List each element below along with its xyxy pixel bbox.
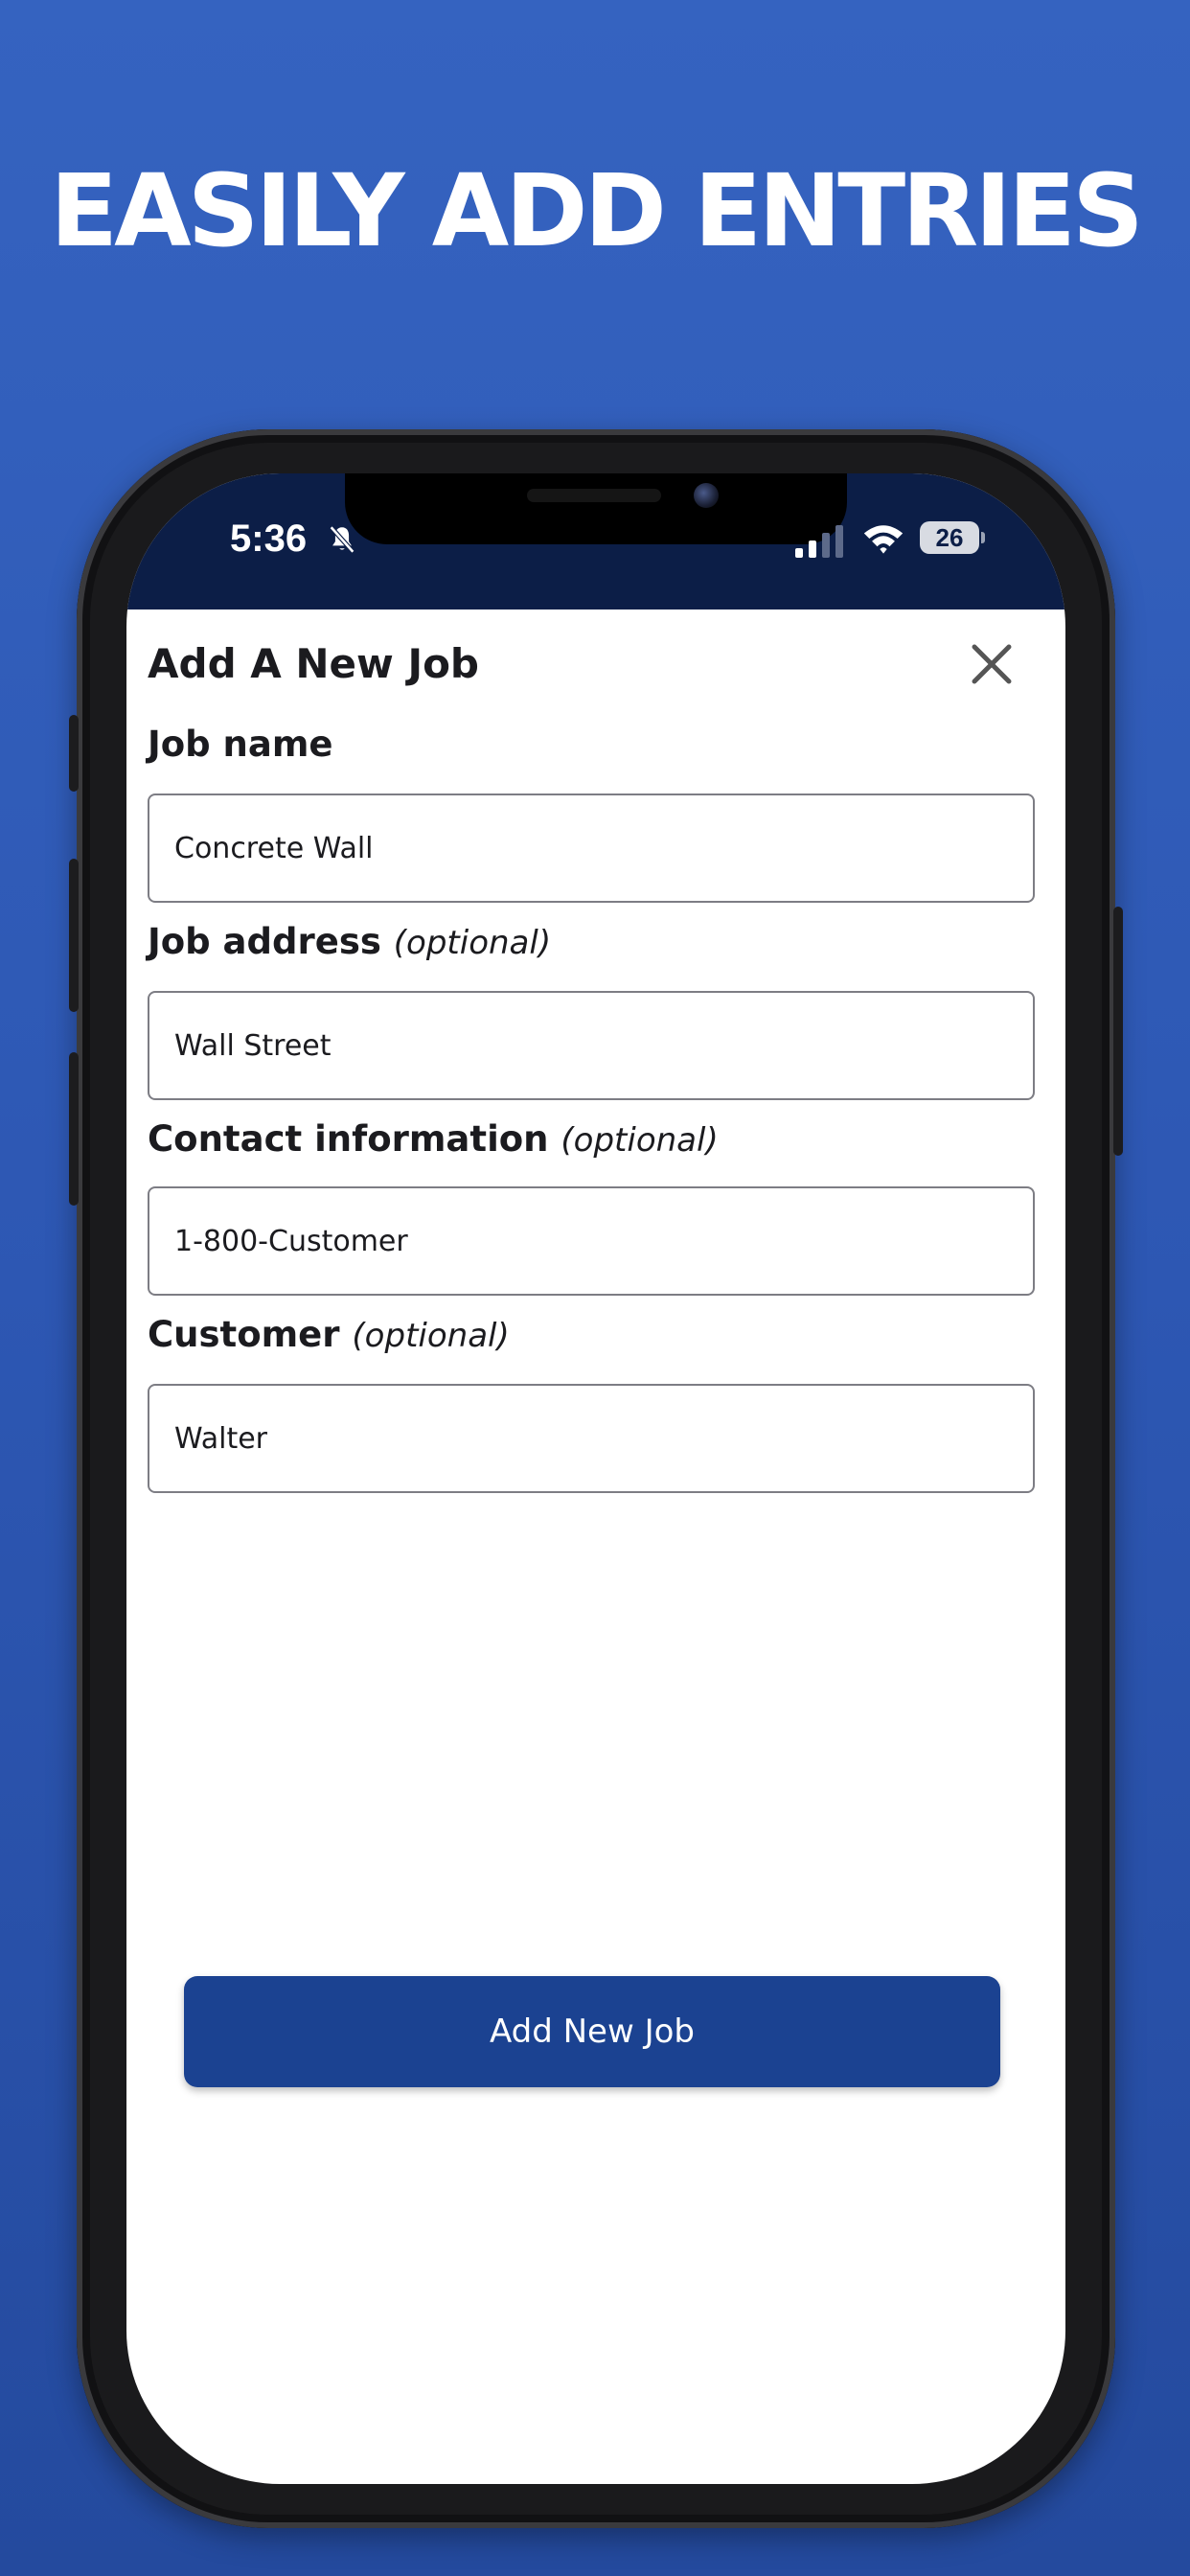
phone-frame: 5:36 26 Add A New Job Job name Concrete …: [69, 429, 1123, 2528]
volume-up-button: [69, 859, 79, 1012]
customer-input[interactable]: [148, 1384, 1035, 1493]
job-address-label: Job address (optional): [148, 920, 551, 965]
volume-down-button: [69, 1052, 79, 1206]
battery-level: 26: [920, 521, 979, 554]
battery-tip: [981, 532, 985, 543]
optional-hint: (optional): [561, 1121, 719, 1160]
job-name-label: Job name: [148, 723, 333, 767]
close-icon[interactable]: [966, 638, 1018, 690]
job-address-label-text: Job address: [148, 921, 381, 962]
optional-hint: (optional): [352, 1317, 510, 1355]
phone-screen: 5:36 26 Add A New Job Job name Concrete …: [126, 473, 1065, 2484]
power-button: [1113, 907, 1123, 1156]
sheet-title: Add A New Job: [148, 640, 479, 687]
job-name-input[interactable]: [148, 794, 1035, 903]
add-new-job-button[interactable]: Add New Job: [184, 1976, 1000, 2087]
front-camera: [694, 483, 719, 508]
optional-hint: (optional): [393, 924, 552, 962]
job-name-label-text: Job name: [148, 724, 333, 765]
contact-information-input[interactable]: [148, 1186, 1035, 1296]
contact-information-label: Contact information (optional): [148, 1117, 719, 1162]
job-address-input[interactable]: [148, 991, 1035, 1100]
customer-label-text: Customer: [148, 1314, 340, 1355]
earpiece-speaker: [527, 489, 661, 502]
status-bar: 5:36 26: [126, 473, 1065, 610]
contact-information-label-text: Contact information: [148, 1118, 549, 1160]
customer-label: Customer (optional): [148, 1313, 510, 1358]
signal-icon: [795, 525, 843, 558]
mute-switch: [69, 715, 79, 792]
wifi-icon: [863, 525, 904, 554]
notch: [345, 473, 847, 544]
status-time: 5:36: [230, 518, 308, 560]
battery-icon: 26: [920, 521, 985, 556]
promo-headline: EASILY ADD ENTRIES: [50, 152, 1144, 269]
